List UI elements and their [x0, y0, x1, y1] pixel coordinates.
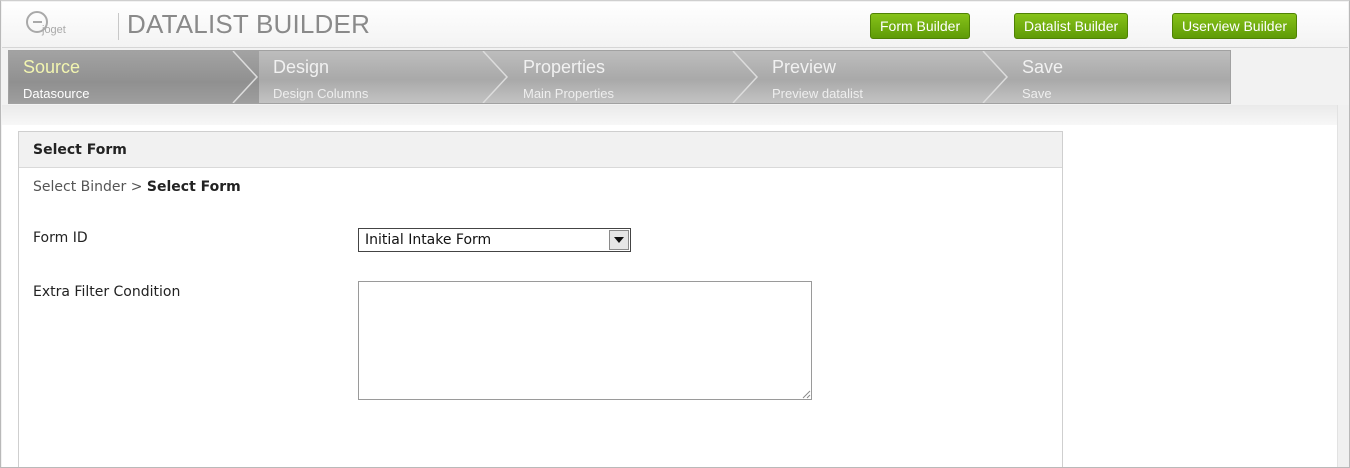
page-title: DATALIST BUILDER — [127, 9, 371, 39]
wizard-step-preview[interactable]: Preview Preview datalist — [772, 51, 972, 103]
app-window: joget DATALIST BUILDER Form Builder Data… — [0, 0, 1350, 468]
select-form-panel: Select Form Select Binder > Select Form … — [18, 131, 1063, 467]
step-subtitle: Datasource — [23, 86, 90, 101]
joget-logo: joget — [26, 11, 106, 41]
chevron-divider-icon — [232, 51, 259, 103]
breadcrumb: Select Binder > Select Form — [33, 179, 241, 195]
chevron-divider-icon — [982, 51, 1009, 103]
form-id-label: Form ID — [33, 230, 88, 246]
resize-grip-icon[interactable] — [802, 390, 811, 399]
wizard-step-properties[interactable]: Properties Main Properties — [523, 51, 723, 103]
step-title: Save — [1022, 57, 1064, 77]
breadcrumb-parent-link[interactable]: Select Binder — [33, 179, 126, 195]
breadcrumb-separator: > — [130, 179, 143, 195]
wizard-step-save[interactable]: Save Save — [1022, 51, 1202, 103]
scrollbar[interactable] — [1337, 105, 1349, 467]
step-subtitle: Main Properties — [523, 86, 615, 101]
content-top-strip — [2, 105, 1348, 125]
step-subtitle: Design Columns — [273, 86, 369, 101]
wizard-step-source[interactable]: Source Datasource — [23, 51, 223, 103]
header-bar: joget DATALIST BUILDER Form Builder Data… — [2, 2, 1348, 48]
step-title: Design — [273, 57, 330, 77]
form-id-selected-value: Initial Intake Form — [365, 232, 492, 248]
chevron-divider-icon — [732, 51, 759, 103]
step-title: Properties — [523, 57, 606, 77]
chevron-down-icon[interactable] — [609, 230, 629, 250]
wizard-step-design[interactable]: Design Design Columns — [273, 51, 473, 103]
step-title: Source — [23, 57, 81, 77]
step-subtitle: Save — [1022, 86, 1052, 101]
panel-title: Select Form — [33, 142, 127, 158]
breadcrumb-current: Select Form — [146, 179, 241, 195]
datalist-builder-button[interactable]: Datalist Builder — [1014, 13, 1129, 39]
logo-text: joget — [42, 24, 66, 36]
extra-filter-textarea[interactable] — [358, 281, 812, 400]
chevron-divider-icon — [482, 51, 509, 103]
title-divider — [118, 13, 119, 40]
userview-builder-button[interactable]: Userview Builder — [1172, 13, 1298, 39]
extra-filter-label: Extra Filter Condition — [33, 284, 181, 300]
step-title: Preview — [772, 57, 837, 77]
panel-header: Select Form — [19, 132, 1062, 168]
form-id-select[interactable]: Initial Intake Form — [358, 228, 631, 252]
wizard-steps: Source Datasource Design Design Columns … — [8, 50, 1231, 104]
step-subtitle: Preview datalist — [772, 86, 864, 101]
form-builder-button[interactable]: Form Builder — [870, 13, 971, 39]
